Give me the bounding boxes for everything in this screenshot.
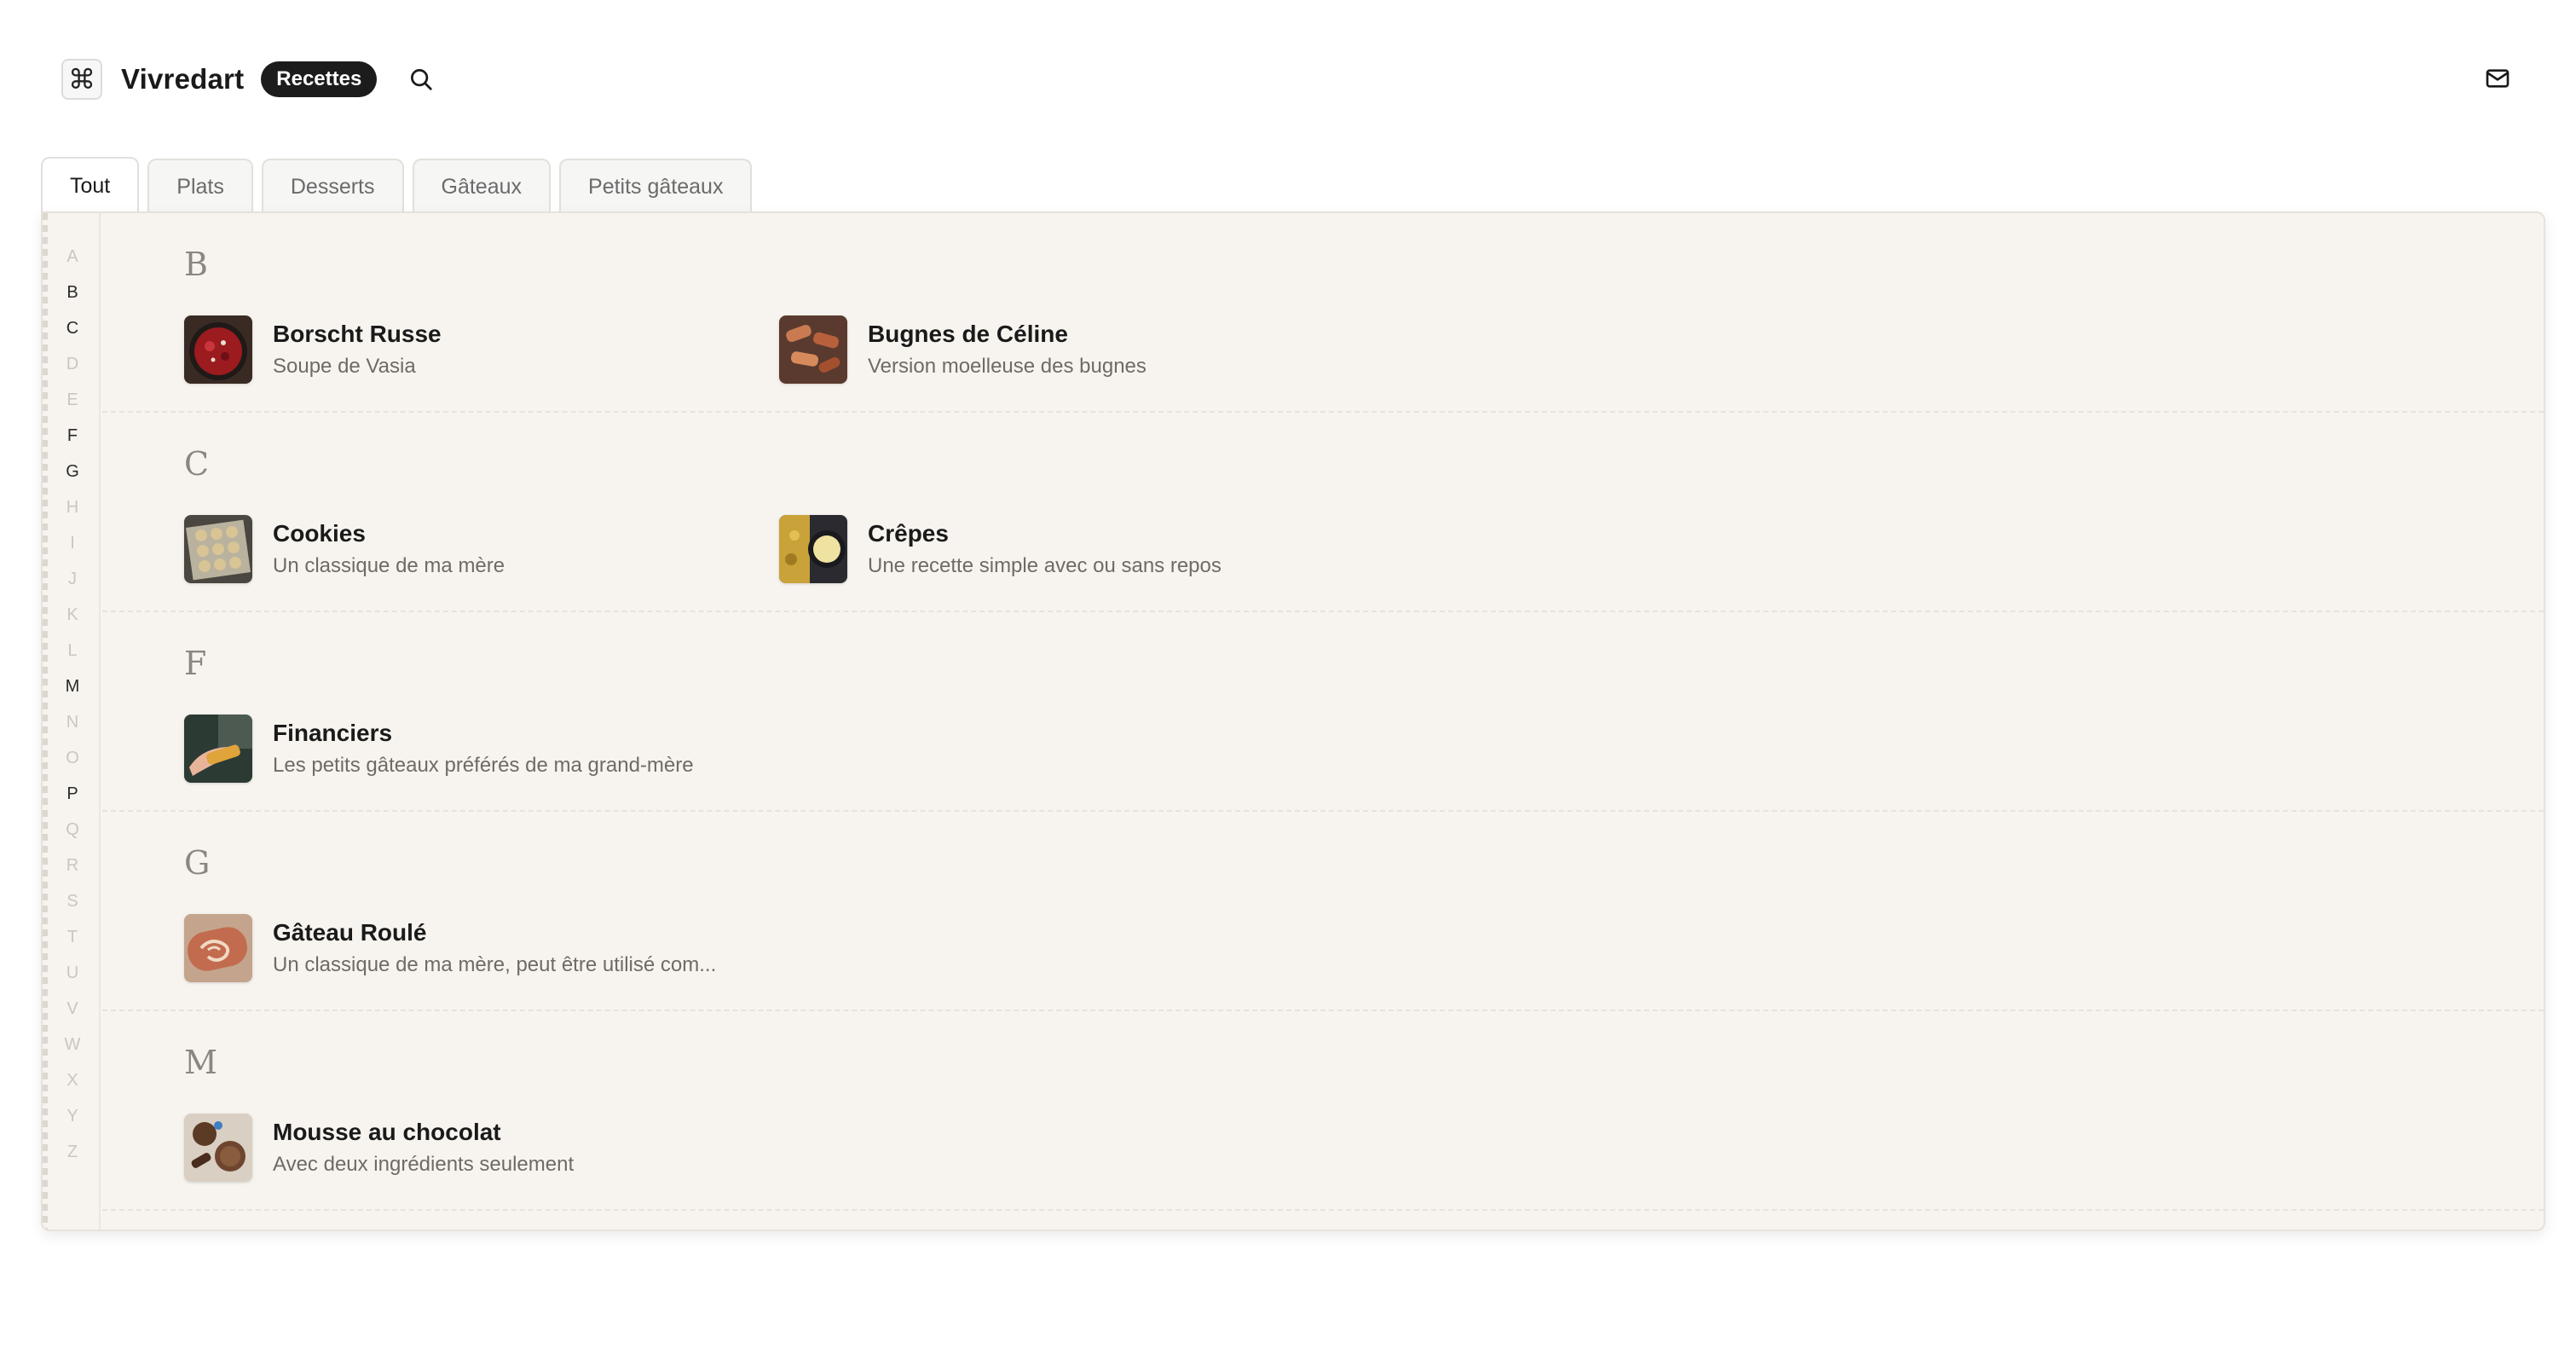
- alphabet-letter-d: D: [66, 355, 79, 373]
- section-b: B Borscht Russe Soupe de Vasia Bugnes de…: [102, 213, 2544, 413]
- recipe-crepes[interactable]: Crêpes Une recette simple avec ou sans r…: [779, 515, 1222, 583]
- alphabet-letter-s: S: [66, 892, 78, 911]
- contact-button[interactable]: [2481, 61, 2515, 95]
- search-icon: [411, 69, 432, 90]
- section-letter: B: [184, 246, 208, 283]
- command-logo-icon[interactable]: ⌘: [61, 59, 102, 100]
- alphabet-letter-j: J: [68, 570, 77, 588]
- mail-icon: [2486, 69, 2510, 88]
- alphabet-letter-y: Y: [66, 1107, 78, 1125]
- alphabet-letter-c[interactable]: C: [49, 310, 95, 346]
- recipe-subtitle: Un classique de ma mère, peut être utili…: [273, 953, 717, 976]
- tab-tout[interactable]: Tout: [41, 157, 140, 213]
- alphabet-letter-e: E: [66, 391, 78, 409]
- recipe-thumbnail: [184, 914, 252, 982]
- alphabet-letter-v: V: [66, 999, 78, 1018]
- recipe-financiers[interactable]: Financiers Les petits gâteaux préférés d…: [184, 715, 694, 783]
- recipe-subtitle: Soupe de Vasia: [273, 355, 416, 378]
- section-letter: G: [184, 844, 211, 882]
- alphabet-list: ABCDEFGHIJKLMNOPQRSTUVWXYZ: [49, 239, 95, 1170]
- alphabet-letter-r: R: [66, 856, 79, 875]
- app-header: ⌘ Vivredart Recettes: [61, 58, 438, 101]
- alphabet-letter-o: O: [66, 749, 79, 767]
- recipe-thumbnail: [779, 515, 847, 583]
- recipe-title: Mousse au chocolat: [273, 1119, 501, 1145]
- alphabet-letter-h: H: [66, 498, 79, 517]
- recipe-borscht-russe[interactable]: Borscht Russe Soupe de Vasia: [184, 315, 442, 384]
- alphabet-letter-f[interactable]: F: [49, 418, 95, 454]
- tab-desserts[interactable]: Desserts: [261, 159, 404, 213]
- alphabet-letter-i: I: [70, 534, 75, 553]
- alphabet-letter-l: L: [67, 641, 78, 660]
- recipe-cookies[interactable]: Cookies Un classique de ma mère: [184, 515, 505, 583]
- recipe-title: Borscht Russe: [273, 321, 442, 347]
- alphabet-letter-u: U: [66, 963, 79, 982]
- recipe-subtitle: Une recette simple avec ou sans repos: [868, 554, 1222, 577]
- recipe-subtitle: Un classique de ma mère: [273, 554, 505, 577]
- alphabet-letter-q: Q: [66, 820, 79, 839]
- recipe-subtitle: Les petits gâteaux préférés de ma grand-…: [273, 754, 694, 777]
- alphabet-letter-k: K: [66, 605, 78, 624]
- recipe-gateau-roule[interactable]: Gâteau Roulé Un classique de ma mère, pe…: [184, 914, 716, 982]
- alphabet-letter-g[interactable]: G: [49, 454, 95, 489]
- section-f: F Financiers Les petits gâteaux préférés…: [102, 612, 2544, 812]
- section-letter: F: [184, 645, 207, 682]
- alphabet-letter-n: N: [66, 713, 79, 732]
- section-m: M Mousse au chocolat Avec deux ingrédien…: [102, 1011, 2544, 1211]
- search-button[interactable]: [404, 62, 438, 96]
- tab-gateaux[interactable]: Gâteaux: [412, 159, 552, 213]
- recipe-thumbnail: [184, 315, 252, 384]
- alphabet-letter-x: X: [66, 1071, 78, 1090]
- recipe-thumbnail: [779, 315, 847, 384]
- alphabet-index: ABCDEFGHIJKLMNOPQRSTUVWXYZ: [43, 213, 101, 1230]
- section-badge: Recettes: [261, 61, 378, 97]
- recipe-title: Crêpes: [868, 520, 949, 547]
- alphabet-letter-p[interactable]: P: [49, 776, 95, 812]
- alphabet-letter-w: W: [64, 1035, 81, 1054]
- alphabet-letter-a: A: [66, 247, 78, 266]
- recipe-thumbnail: [184, 515, 252, 583]
- recipe-subtitle: Avec deux ingrédients seulement: [273, 1153, 575, 1176]
- tab-petits-gateaux[interactable]: Petits gâteaux: [559, 159, 753, 213]
- recipe-panel: ABCDEFGHIJKLMNOPQRSTUVWXYZ B Borscht Rus…: [41, 211, 2545, 1231]
- recipe-thumbnail: [184, 1114, 252, 1182]
- alphabet-letter-z: Z: [66, 1143, 78, 1161]
- recipe-list: B Borscht Russe Soupe de Vasia Bugnes de…: [102, 213, 2544, 1230]
- alphabet-letter-m[interactable]: M: [49, 668, 95, 704]
- recipe-mousse-au-chocolat[interactable]: Mousse au chocolat Avec deux ingrédients…: [184, 1114, 574, 1182]
- app-title[interactable]: Vivredart: [121, 63, 244, 95]
- alphabet-letter-b[interactable]: B: [49, 275, 95, 310]
- section-letter: M: [184, 1044, 217, 1081]
- recipe-subtitle: Version moelleuse des bugnes: [868, 355, 1146, 378]
- alphabet-letter-t: T: [66, 928, 78, 946]
- recipe-bugnes-de-celine[interactable]: Bugnes de Céline Version moelleuse des b…: [779, 315, 1146, 384]
- tab-plats[interactable]: Plats: [147, 159, 253, 213]
- recipe-title: Bugnes de Céline: [868, 321, 1068, 347]
- section-letter: C: [184, 445, 210, 483]
- category-tabs: Tout Plats Desserts Gâteaux Petits gâtea…: [41, 157, 753, 213]
- recipe-title: Cookies: [273, 520, 366, 547]
- section-g: G Gâteau Roulé Un classique de ma mère, …: [102, 812, 2544, 1011]
- recipe-thumbnail: [184, 715, 252, 783]
- section-c: C Cookies Un classique de ma mère Crêpes…: [102, 413, 2544, 612]
- recipe-title: Gâteau Roulé: [273, 919, 427, 946]
- recipe-title: Financiers: [273, 720, 393, 746]
